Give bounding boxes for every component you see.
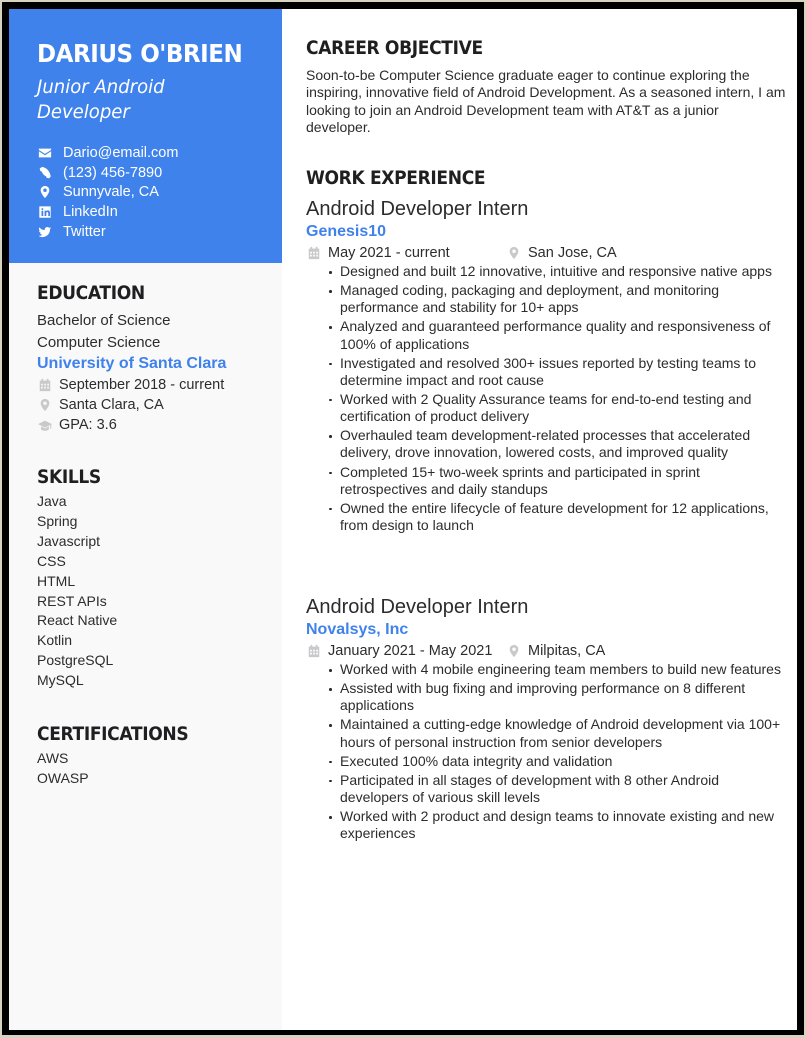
education-location-row: Santa Clara, CA: [37, 395, 226, 415]
skill-item: Spring: [37, 512, 78, 529]
calendar-icon: [306, 643, 322, 659]
contact-linkedin[interactable]: LinkedIn: [37, 202, 178, 222]
job-entry: Android Developer Intern Novalsys, Inc Jan…: [306, 595, 786, 844]
bullet-item: Analyzed and guaranteed performance qual…: [329, 318, 786, 352]
bullet-item: Participated in all stages of developmen…: [329, 772, 786, 806]
contact-phone-text: (123) 456-7890: [63, 164, 163, 181]
job-title: Android Developer Intern: [306, 198, 529, 220]
education-gpa-row: GPA: 3.6: [37, 415, 226, 435]
education-heading: EDUCATION: [37, 282, 145, 304]
twitter-icon: [37, 224, 53, 240]
bullet-item: Overhauled team development-related proc…: [329, 427, 786, 461]
bullet-item: Completed 15+ two-week sprints and parti…: [329, 464, 786, 498]
map-pin-icon: [506, 245, 522, 261]
skill-item: Java: [37, 493, 67, 509]
skills-section: SKILLS Java Spring Javascript CSS HTML REST A…: [37, 466, 117, 691]
skill-item: Javascript: [37, 532, 101, 549]
bullet-item: Managed coding, packaging and deployment…: [329, 282, 786, 316]
skill-item: REST APIs: [37, 592, 107, 609]
envelope-icon: [37, 145, 53, 161]
job-dates: May 2021 - current: [328, 245, 450, 261]
job-bullets: Designed and built 12 innovative, intuit…: [306, 263, 786, 534]
job-dates-block: January 2021 - May 2021: [306, 643, 506, 659]
experience-heading: WORK EXPERIENCE: [306, 167, 486, 189]
company-name: Genesis10: [306, 223, 387, 240]
bullet-item: Worked with 2 product and design teams t…: [329, 808, 786, 842]
certifications-heading: CERTIFICATIONS: [37, 723, 189, 745]
sidebar: DARIUS O'BRIEN Junior Android Developer …: [9, 9, 282, 1030]
contact-list: Dario@email.com (123) 456-7890 Sunnyvale…: [37, 143, 178, 242]
calendar-icon: [306, 245, 322, 261]
candidate-role: Junior Android Developer: [37, 76, 165, 123]
contact-twitter[interactable]: Twitter: [37, 222, 178, 242]
map-pin-icon: [506, 643, 522, 659]
job-meta-row: January 2021 - May 2021 Milpitas, CA: [306, 641, 786, 661]
skill-item: HTML: [37, 572, 76, 589]
education-dates: September 2018 - current: [59, 376, 225, 393]
map-pin-icon: [37, 397, 53, 413]
education-degree: Bachelor of Science: [37, 312, 171, 329]
resume-page: DARIUS O'BRIEN Junior Android Developer …: [9, 9, 797, 1030]
bullet-item: Worked with 2 Quality Assurance teams fo…: [329, 391, 786, 425]
skill-item: PostgreSQL: [37, 652, 114, 669]
calendar-icon: [37, 377, 53, 393]
contact-location: Sunnyvale, CA: [37, 183, 178, 203]
job-entry: Android Developer Intern Genesis10 May 202…: [306, 197, 786, 536]
contact-twitter-text: Twitter: [63, 224, 106, 241]
linkedin-icon: [37, 204, 53, 220]
job-title: Android Developer Intern: [306, 596, 529, 618]
header-panel: DARIUS O'BRIEN Junior Android Developer …: [9, 9, 282, 263]
job-location: Milpitas, CA: [528, 643, 606, 659]
contact-linkedin-text: LinkedIn: [63, 204, 118, 221]
bullet-item: Executed 100% data integrity and validat…: [329, 753, 786, 770]
bullet-item: Assisted with bug fixing and improving p…: [329, 680, 786, 714]
map-pin-icon: [37, 184, 53, 200]
certification-item: OWASP: [37, 769, 89, 786]
phone-icon: [37, 165, 53, 181]
graduation-cap-icon: [37, 417, 53, 433]
company-name: Novalsys, Inc: [306, 621, 409, 638]
bullet-item: Maintained a cutting-edge knowledge of A…: [329, 716, 786, 750]
education-dates-row: September 2018 - current: [37, 375, 226, 395]
skill-item: React Native: [37, 612, 118, 629]
bullet-item: Investigated and resolved 300+ issues re…: [329, 355, 786, 389]
job-dates: January 2021 - May 2021: [328, 643, 493, 659]
certification-item: AWS: [37, 750, 69, 766]
certifications-list: AWS OWASP: [37, 749, 205, 789]
contact-email[interactable]: Dario@email.com: [37, 143, 178, 163]
job-bullets: Worked with 4 mobile engineering team me…: [306, 661, 786, 842]
certifications-section: CERTIFICATIONS AWS OWASP: [37, 723, 205, 789]
skill-item: MySQL: [37, 672, 84, 689]
candidate-name: DARIUS O'BRIEN: [37, 39, 243, 68]
bullet-item: Worked with 4 mobile engineering team me…: [329, 661, 786, 678]
contact-email-text: Dario@email.com: [63, 144, 179, 161]
job-location: San Jose, CA: [528, 245, 617, 261]
skills-list: Java Spring Javascript CSS HTML REST APIs Reac…: [37, 492, 117, 691]
skills-heading: SKILLS: [37, 466, 101, 488]
objective-text: Soon-to-be Computer Science graduate eag…: [306, 67, 786, 136]
education-location: Santa Clara, CA: [59, 396, 164, 413]
objective-heading: CAREER OBJECTIVE: [306, 37, 483, 59]
job-dates-block: May 2021 - current: [306, 245, 506, 261]
bullet-item: Owned the entire lifecycle of feature de…: [329, 500, 786, 534]
education-section: EDUCATION Bachelor of Science Computer S…: [37, 282, 226, 435]
job-meta-row: May 2021 - current San Jose, CA: [306, 243, 786, 263]
skill-item: CSS: [37, 552, 66, 569]
education-field: Computer Science: [37, 333, 161, 351]
skill-item: Kotlin: [37, 632, 73, 649]
education-school: University of Santa Clara: [37, 355, 227, 372]
education-gpa: GPA: 3.6: [59, 416, 117, 433]
contact-location-text: Sunnyvale, CA: [63, 184, 159, 201]
contact-phone[interactable]: (123) 456-7890: [37, 163, 178, 183]
bullet-item: Designed and built 12 innovative, intuit…: [329, 263, 786, 280]
